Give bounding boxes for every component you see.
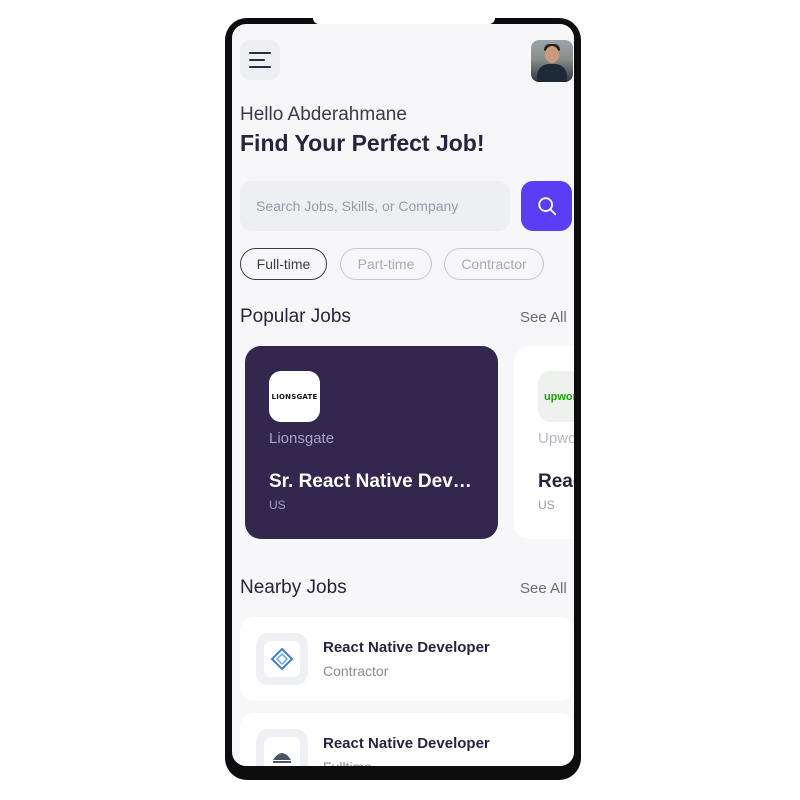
nearby-job-item[interactable]: React Native Developer Fulltime — [240, 713, 574, 766]
avatar-body — [537, 64, 567, 82]
job-role: Sr. React Native Developer — [269, 471, 475, 492]
menu-line — [249, 52, 271, 54]
search-field[interactable] — [240, 181, 510, 231]
menu-line — [249, 66, 271, 68]
job-logo-icon — [264, 737, 300, 766]
home-content: Hello Abderahmane Find Your Perfect Job!… — [240, 24, 574, 766]
company-name: Upwork — [538, 430, 574, 447]
nearby-jobs-title: Nearby Jobs — [240, 577, 347, 598]
avatar-face — [545, 46, 559, 63]
company-logo — [256, 729, 308, 766]
company-logo: upwork — [538, 371, 574, 422]
popular-jobs-title: Popular Jobs — [240, 306, 351, 327]
job-logo-icon — [264, 641, 300, 677]
diamond-logo-icon — [270, 647, 294, 671]
company-name: Lionsgate — [269, 430, 335, 447]
filter-chip-full-time[interactable]: Full-time — [240, 248, 327, 280]
upwork-logo-text: upwork — [543, 390, 574, 403]
job-role: React Native Developer — [323, 639, 490, 656]
search-input[interactable] — [256, 198, 496, 214]
greeting-text: Hello Abderahmane — [240, 104, 407, 125]
job-type: Contractor — [323, 663, 389, 679]
job-type: Fulltime — [323, 759, 372, 766]
search-icon — [537, 197, 556, 216]
nearby-job-item[interactable]: React Native Developer Contractor — [240, 617, 574, 701]
popular-job-card[interactable]: upwork Upwork React Native Developer US — [514, 346, 574, 539]
nearby-see-all-link[interactable]: See All — [520, 580, 567, 597]
popular-see-all-link[interactable]: See All — [520, 309, 567, 326]
dome-logo-icon — [273, 753, 291, 763]
job-location: US — [269, 498, 286, 512]
job-role: React Native Developer — [323, 735, 490, 752]
search-button[interactable] — [521, 181, 572, 231]
menu-button[interactable] — [240, 40, 280, 80]
filter-chip-contractor[interactable]: Contractor — [444, 248, 544, 280]
job-location: US — [538, 498, 555, 512]
company-logo — [256, 633, 308, 685]
job-role: React Native Developer — [538, 471, 574, 492]
menu-line — [249, 59, 265, 61]
popular-job-card[interactable]: LIONSGATE Lionsgate Sr. React Native Dev… — [245, 346, 498, 539]
filter-chip-part-time[interactable]: Part-time — [340, 248, 432, 280]
company-logo: LIONSGATE — [269, 371, 320, 422]
app-screen: Hello Abderahmane Find Your Perfect Job!… — [232, 24, 574, 766]
lionsgate-logo-text: LIONSGATE — [271, 392, 318, 401]
user-avatar[interactable] — [531, 40, 573, 82]
page-title: Find Your Perfect Job! — [240, 130, 485, 156]
